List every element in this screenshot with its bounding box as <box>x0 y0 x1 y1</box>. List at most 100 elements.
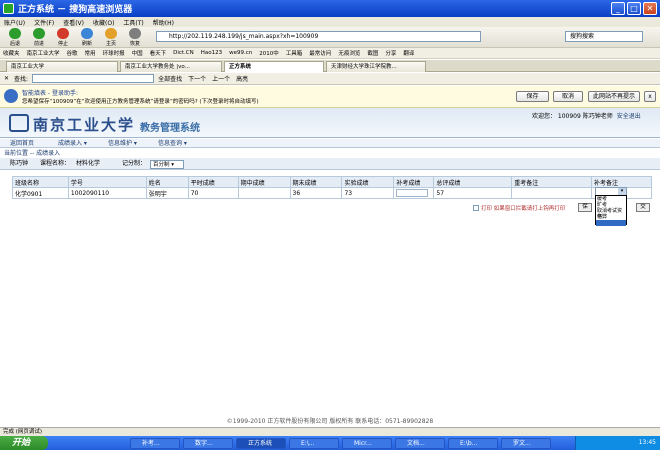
favorite-item[interactable]: Hao123 <box>201 50 222 56</box>
cell-name: 张明宇 <box>145 187 189 199</box>
breadcrumb: 当前位置 -- 成绩录入 <box>4 150 61 157</box>
taskbar-item[interactable]: 正方系统 <box>236 438 286 449</box>
final-score-input[interactable]: 36 <box>289 187 343 199</box>
favorite-item[interactable]: 分享 <box>385 49 396 57</box>
find-label: 查找: <box>14 76 29 83</box>
favorite-item[interactable]: 2010中 <box>259 49 279 57</box>
favorite-item[interactable]: 谷歌 <box>67 49 78 57</box>
forward-button[interactable]: 前进 <box>27 27 51 47</box>
nav-info-maintain[interactable]: 信息维护 ▾ <box>108 139 137 148</box>
teacher-name: 陈巧钟 <box>10 160 29 167</box>
cancel-password-button[interactable]: 取消 <box>553 91 583 102</box>
app-icon <box>3 3 14 14</box>
course-name: 材料化学 <box>76 160 101 167</box>
welcome-area: 欢迎您： 100909 陈巧钟老师 安全退出 <box>532 111 641 120</box>
nav-info-query[interactable]: 信息查询 ▾ <box>158 139 187 148</box>
favorite-item[interactable]: 收藏夹 <box>3 49 20 57</box>
favorite-item[interactable]: 常用 <box>85 49 96 57</box>
favorite-item[interactable]: 无痕浏览 <box>338 49 360 57</box>
tab-njtech[interactable]: 南京工业大学 <box>6 61 118 72</box>
stop-button[interactable]: 停止 <box>51 27 75 47</box>
favorite-item[interactable]: Dict.CN <box>173 50 194 56</box>
submit-grades-button[interactable]: 交 <box>636 203 650 212</box>
start-button[interactable]: 开始 <box>0 436 48 450</box>
taskbar-item[interactable]: Micr... <box>342 438 392 449</box>
system-tray: 13:45 <box>575 436 660 450</box>
lab-score-input[interactable]: 73 <box>341 187 395 199</box>
taskbar-item[interactable]: E:\b... <box>448 438 498 449</box>
col-retake-note: 重考备注 <box>511 176 593 188</box>
favorite-item[interactable]: 看天下 <box>150 49 167 57</box>
helper-close-button[interactable]: x <box>644 91 656 102</box>
option-blank[interactable] <box>596 220 626 226</box>
tab-njtech-jwc[interactable]: 南京工业大学教务处 |vo... <box>120 61 222 72</box>
favorite-item[interactable]: 翻译 <box>403 49 414 57</box>
score-system-select[interactable]: 百分制 ▾ <box>150 160 184 169</box>
never-remind-button[interactable]: 此网站不再提示 <box>588 91 640 102</box>
grade-table: 班级名称 学号 姓名 平时成绩 期中成绩 期末成绩 实验成绩 补考成绩 总评成绩… <box>12 176 652 199</box>
save-password-button[interactable]: 保存 <box>516 91 549 102</box>
menu-help[interactable]: 帮助(H) <box>153 18 174 27</box>
key-icon <box>4 89 18 103</box>
makeup-score-input[interactable] <box>396 189 429 197</box>
course-info-bar: 陈巧钟 课程名称： 材料化学 记分制： <box>0 158 660 170</box>
find-input[interactable] <box>32 74 155 83</box>
score-system-label: 记分制： <box>122 160 147 167</box>
col-makeup: 补考成绩 <box>393 176 435 188</box>
favorite-item[interactable]: 工具箱 <box>286 49 303 57</box>
safe-exit-link[interactable]: 安全退出 <box>617 111 641 120</box>
regular-score-input[interactable]: 70 <box>187 187 239 199</box>
find-next-button[interactable]: 下一个 <box>188 74 206 83</box>
refresh-button[interactable]: 刷新 <box>75 27 99 47</box>
nav-home[interactable]: 返回首页 <box>10 139 34 148</box>
favorite-item[interactable]: 环球时报 <box>103 49 125 57</box>
taskbar-item[interactable]: 补考... <box>130 438 180 449</box>
col-name: 姓名 <box>145 176 189 188</box>
refresh-icon <box>81 27 93 39</box>
taskbar-item[interactable]: 文档... <box>395 438 445 449</box>
makeup-note-options: 缓考 旷考 取消考试资格 作弊 <box>595 195 627 226</box>
col-total: 总评成绩 <box>433 176 513 188</box>
restore-button[interactable]: 恢复 <box>123 27 147 47</box>
retake-note-input[interactable] <box>511 187 593 199</box>
favorite-item[interactable]: 截图 <box>367 49 378 57</box>
highlight-button[interactable]: 高亮 <box>236 74 248 83</box>
close-button[interactable]: ✕ <box>643 2 657 15</box>
menu-tools[interactable]: 工具(T) <box>123 18 143 27</box>
col-class: 班级名称 <box>12 176 69 188</box>
taskbar-item[interactable]: E:\... <box>289 438 339 449</box>
favorite-item[interactable]: 中国 <box>132 49 143 57</box>
favorite-item[interactable]: 最常访问 <box>309 49 331 57</box>
tab-tianjin[interactable]: 天津财经大学珠江学院教... <box>326 61 426 72</box>
maximize-button[interactable]: □ <box>627 2 641 15</box>
print-checkbox[interactable] <box>473 205 479 211</box>
find-close-icon[interactable]: ✕ <box>4 75 9 82</box>
nav-grade-entry[interactable]: 成绩录入 ▾ <box>58 139 87 148</box>
midterm-score-input[interactable] <box>237 187 291 199</box>
minimize-button[interactable]: _ <box>611 2 625 15</box>
find-prev-button[interactable]: 上一个 <box>212 74 230 83</box>
chevron-down-icon: ▾ <box>618 188 626 195</box>
table-row: 化学0901 1002090110 张明宇 70 36 73 57 <box>12 187 652 199</box>
back-button[interactable]: 后退 <box>3 27 27 47</box>
tab-zhengfang[interactable]: 正方系统 <box>224 61 324 72</box>
favorite-item[interactable]: we99.cn <box>229 50 252 56</box>
table-header-row: 班级名称 学号 姓名 平时成绩 期中成绩 期末成绩 实验成绩 补考成绩 总评成绩… <box>12 176 652 188</box>
menu-account[interactable]: 账户(U) <box>4 18 25 27</box>
menu-file[interactable]: 文件(F) <box>34 18 54 27</box>
address-bar[interactable]: http://202.119.248.199/js_main.aspx?xh=1… <box>156 31 481 42</box>
save-grades-button[interactable]: 保 <box>578 203 592 212</box>
search-input[interactable]: 搜狗搜索 <box>565 31 643 42</box>
window-title: 正方系统 － 搜狗高速浏览器 <box>18 5 133 15</box>
menu-favorites[interactable]: 收藏(O) <box>93 18 114 27</box>
menu-view[interactable]: 查看(V) <box>63 18 84 27</box>
cell-class: 化学0901 <box>12 187 69 199</box>
home-button[interactable]: 主页 <box>99 27 123 47</box>
print-area: 打印 如果窗口拦截请打上钩再打印 <box>473 204 565 212</box>
taskbar-item[interactable]: 数字... <box>183 438 233 449</box>
print-note-text: 打印 如果窗口拦截请打上钩再打印 <box>481 206 566 212</box>
favorite-item[interactable]: 南京工业大学 <box>27 49 60 57</box>
taskbar-item[interactable]: 罗文... <box>501 438 551 449</box>
makeup-score-cell <box>393 187 435 199</box>
find-all-button[interactable]: 全部查找 <box>158 74 182 83</box>
